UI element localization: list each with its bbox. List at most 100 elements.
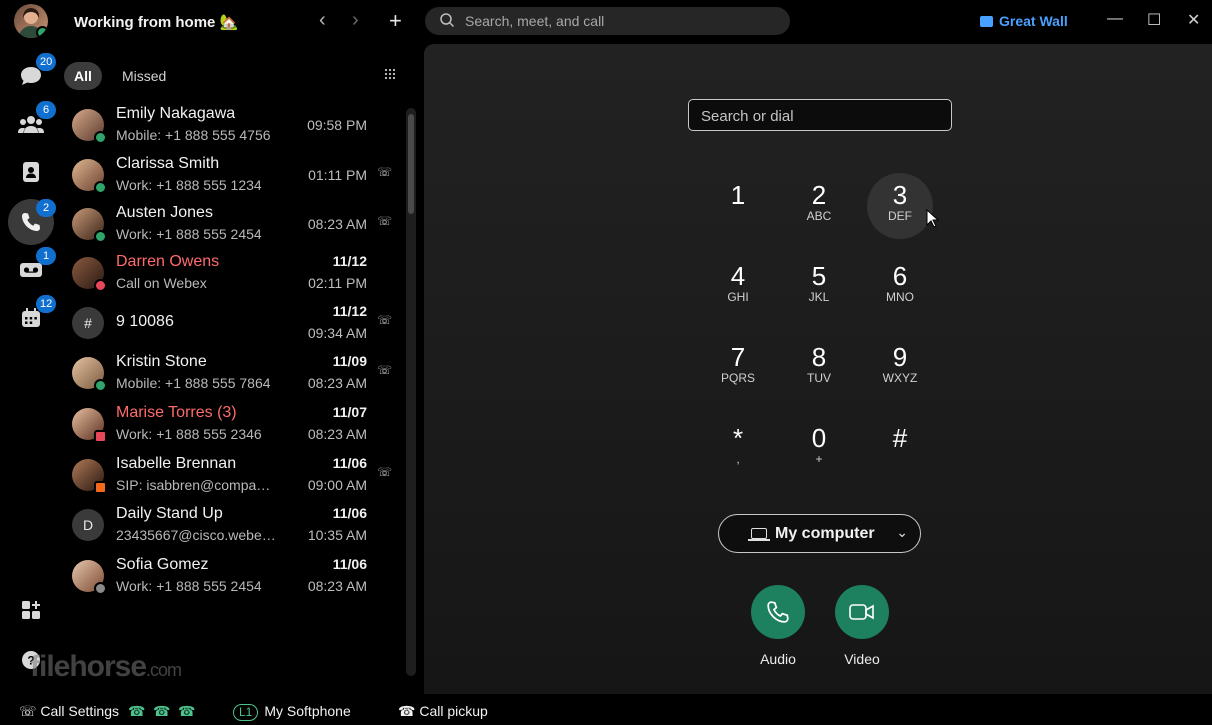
scroll-thumb[interactable] (408, 114, 414, 214)
phone-settings-icon: ☏ (19, 703, 41, 719)
device-label: My computer (775, 525, 875, 542)
dialpad-toggle-icon[interactable] (384, 68, 396, 80)
rail-teams[interactable]: 6 (8, 101, 56, 147)
call-date: 11/09 (332, 353, 367, 369)
global-search-bar[interactable]: Search, meet, and call (425, 7, 790, 35)
key-9[interactable]: 9 WXYZ (867, 335, 933, 401)
away-clock-icon (94, 582, 107, 595)
key-6[interactable]: 6 MNO (867, 254, 933, 320)
presence-available-icon (94, 230, 107, 243)
back-arrow-icon[interactable]: ‹ (319, 9, 326, 32)
mouse-cursor-icon (926, 209, 940, 228)
table-row[interactable]: Emily Nakagawa Mobile: +1 888 555 4756 0… (62, 100, 402, 150)
call-time: 08:23 AM (307, 216, 367, 232)
status-message[interactable]: Working from home 🏡 (74, 13, 238, 31)
maximize-icon[interactable]: ☐ (1147, 10, 1161, 30)
call-forward-icon[interactable]: ☎ (128, 703, 145, 720)
contact-number: Work: +1 888 555 1234 (116, 177, 262, 193)
audio-label: Audio (760, 651, 796, 667)
org-link[interactable]: Great Wall (980, 13, 1068, 29)
line-selector[interactable]: L1 My Softphone (233, 703, 351, 721)
dialpad-panel: Search or dial 1 2 ABC 3 DEF 4 GHI 5 JKL 6 MN… (424, 44, 1212, 694)
table-row[interactable]: D Daily Stand Up 23435667@cisco.webex...… (62, 500, 402, 550)
tab-all[interactable]: All (64, 62, 102, 90)
call-queue-icon[interactable]: ☎ (153, 703, 170, 720)
contact-number: Work: +1 888 555 2454 (116, 578, 262, 594)
avatar (72, 159, 107, 194)
rail-voicemail[interactable]: 1 (8, 247, 56, 293)
meeting-initial: D (82, 517, 94, 533)
call-settings-button[interactable]: ☏ Call Settings (19, 703, 119, 720)
rail-calling[interactable]: 2 (8, 199, 56, 245)
table-row[interactable]: Sofia Gomez Work: +1 888 555 2454 11/06 … (62, 551, 402, 601)
presence-available-icon (94, 131, 107, 144)
key-4[interactable]: 4 GHI (705, 254, 771, 320)
video-call-button[interactable] (835, 585, 889, 639)
line-label: My Softphone (264, 703, 351, 719)
call-presence-icon[interactable]: ☎ (178, 703, 195, 720)
rail-meetings[interactable]: 12 (8, 295, 57, 341)
key-letters: JKL (808, 290, 830, 304)
outgoing-call-icon: ☏ (376, 363, 392, 377)
avatar (72, 357, 107, 392)
rail-messaging[interactable]: 20 (8, 53, 57, 99)
key-8[interactable]: 8 TUV (786, 335, 852, 401)
call-date: 11/06 (332, 505, 367, 521)
table-row[interactable]: # 9 10086 11/12 09:34 AM ☏ (62, 298, 402, 348)
call-date: 11/12 (332, 303, 367, 319)
key-7[interactable]: 7 PQRS (705, 335, 771, 401)
key-1[interactable]: 1 (705, 173, 771, 239)
table-row[interactable]: Darren Owens Call on Webex 11/12 02:11 P… (62, 248, 402, 298)
key-5[interactable]: 5 JKL (786, 254, 852, 320)
close-icon[interactable]: ✕ (1187, 10, 1200, 30)
contact-name: 9 10086 (116, 313, 174, 330)
avatar (72, 257, 107, 292)
watermark-text: filehorse (30, 650, 147, 683)
key-2[interactable]: 2 ABC (786, 173, 852, 239)
new-action-icon[interactable]: + (389, 8, 402, 34)
minimize-icon[interactable]: — (1107, 10, 1123, 28)
contact-name: Clarissa Smith (116, 155, 220, 172)
key-digit: # (892, 423, 908, 453)
title-bar: Working from home 🏡 ‹ › + Search, meet, … (0, 0, 1212, 44)
table-row[interactable]: Kristin Stone Mobile: +1 888 555 7864 11… (62, 348, 402, 398)
contact-number: 23435667@cisco.webex... (116, 527, 278, 543)
rail-contacts[interactable] (8, 149, 54, 195)
call-time: 02:11 PM (308, 275, 367, 291)
call-time: 08:23 AM (307, 578, 367, 594)
key-3[interactable]: 3 DEF (867, 173, 933, 239)
tab-missed[interactable]: Missed (112, 62, 176, 90)
key-digit: 7 (730, 342, 746, 372)
avatar (72, 408, 107, 443)
key-letters: + (815, 452, 823, 466)
call-time: 08:23 AM (307, 426, 367, 442)
device-selector[interactable]: My computer ⌄ (718, 514, 921, 553)
call-time: 09:34 AM (307, 325, 367, 341)
hash-icon: # (84, 315, 92, 331)
badge-teams: 6 (36, 101, 56, 119)
table-row[interactable]: Marise Torres (3) Work: +1 888 555 2346 … (62, 399, 402, 449)
presence-available-icon (94, 181, 107, 194)
key-star[interactable]: *, (705, 416, 771, 482)
key-letters: TUV (807, 371, 831, 385)
history-scrollbar[interactable] (402, 94, 420, 690)
audio-call-button[interactable] (751, 585, 805, 639)
line-badge: L1 (233, 704, 259, 721)
dial-input-placeholder: Search or dial (701, 108, 794, 125)
rail-apps[interactable] (8, 587, 54, 633)
dial-input[interactable]: Search or dial (688, 99, 952, 131)
call-pickup-button[interactable]: ☎ Call pickup (398, 703, 488, 720)
key-hash[interactable]: # (867, 416, 933, 482)
presenting-icon (94, 430, 107, 443)
call-date: 11/07 (332, 404, 367, 420)
key-digit: 6 (892, 261, 908, 291)
forward-arrow-icon[interactable]: › (352, 9, 359, 32)
user-avatar[interactable] (14, 4, 48, 38)
key-0[interactable]: 0 + (786, 416, 852, 482)
table-row[interactable]: Isabelle Brennan SIP: isabbren@company..… (62, 450, 402, 500)
key-letters: MNO (886, 290, 914, 304)
table-row[interactable]: Austen Jones Work: +1 888 555 2454 08:23… (62, 199, 402, 249)
call-settings-label: Call Settings (40, 703, 119, 719)
table-row[interactable]: Clarissa Smith Work: +1 888 555 1234 01:… (62, 150, 402, 200)
video-camera-icon (849, 604, 874, 620)
